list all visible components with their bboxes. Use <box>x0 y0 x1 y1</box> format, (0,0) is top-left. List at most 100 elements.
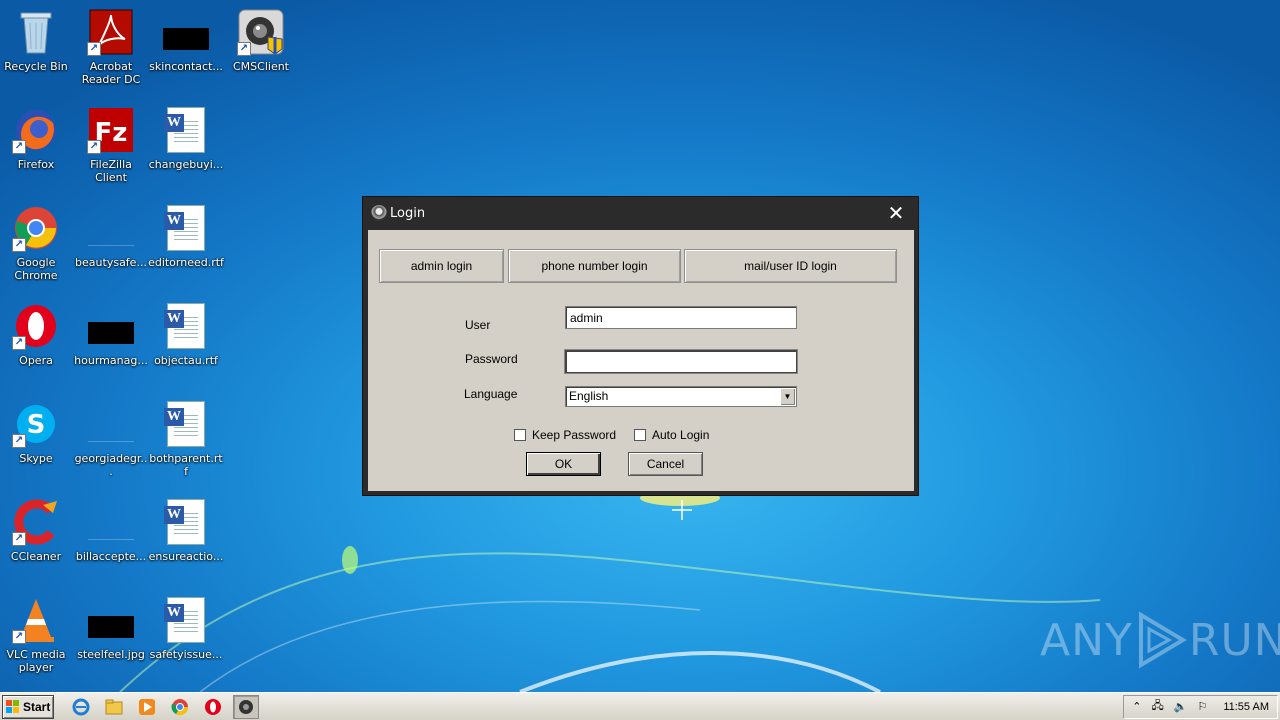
chrome-icon <box>171 698 189 715</box>
file-icon <box>87 498 135 546</box>
desktop-icon-ccleaner[interactable]: ↗ CCleaner <box>0 492 74 582</box>
taskbar-chrome[interactable] <box>167 695 193 719</box>
file-icon <box>87 204 135 252</box>
shortcut-arrow-icon: ↗ <box>12 532 26 546</box>
file-icon <box>87 400 135 448</box>
cmsclient-icon <box>239 699 253 714</box>
desktop-icon-cmsclient[interactable]: ↗ CMSClient <box>223 2 299 92</box>
desktop-icon-vlc[interactable]: ↗ VLC media player <box>0 590 74 680</box>
shortcut-arrow-icon: ↗ <box>12 140 26 154</box>
word-document-icon: W <box>162 400 210 448</box>
login-titlebar[interactable]: Login ✕ <box>363 197 918 229</box>
shortcut-arrow-icon: ↗ <box>12 238 26 252</box>
desktop-icon-recycle-bin[interactable]: Recycle Bin <box>0 2 74 92</box>
keep-password-checkbox-box[interactable] <box>514 429 526 441</box>
word-document-icon: W <box>162 596 210 644</box>
login-body: admin login phone number login mail/user… <box>368 230 914 491</box>
watermark-text-left: ANY <box>1040 614 1133 666</box>
action-center-flag-icon[interactable]: ⚐ <box>1197 700 1207 713</box>
desktop-icon-skincontact[interactable]: skincontact... <box>148 2 224 92</box>
desktop-icon-acrobat-reader[interactable]: ↗ Acrobat Reader DC <box>73 2 149 92</box>
keep-password-checkbox[interactable]: Keep Password <box>514 428 616 442</box>
taskbar-opera[interactable] <box>200 695 226 719</box>
word-document-icon: W <box>162 498 210 546</box>
auto-login-checkbox-box[interactable] <box>634 429 646 441</box>
image-thumbnail-icon <box>87 302 135 350</box>
cancel-button[interactable]: Cancel <box>628 452 703 476</box>
user-label: User <box>465 318 491 332</box>
skype-icon: S ↗ <box>12 400 60 448</box>
show-hidden-icons-icon[interactable]: ⌃ <box>1132 700 1141 713</box>
password-label: Password <box>465 352 518 366</box>
word-document-icon: W <box>162 204 210 252</box>
word-document-icon: W <box>162 302 210 350</box>
shortcut-arrow-icon: ↗ <box>87 140 101 154</box>
network-icon[interactable]: 🖧 <box>1151 697 1163 716</box>
tab-phone-number-login[interactable]: phone number login <box>508 249 681 283</box>
chevron-down-icon[interactable]: ▼ <box>780 388 795 405</box>
taskbar-internet-explorer[interactable] <box>68 695 94 719</box>
language-select[interactable]: English ▼ <box>565 386 797 407</box>
desktop: Recycle Bin ↗ Firefox ↗ Google Chrome ↗ … <box>0 0 1280 692</box>
taskbar-media-player[interactable] <box>134 695 160 719</box>
volume-icon[interactable]: 🔈 <box>1174 700 1188 713</box>
vlc-icon: ↗ <box>12 596 60 644</box>
language-label: Language <box>464 387 518 401</box>
watermark-text-right: RUN <box>1188 614 1280 666</box>
chrome-icon: ↗ <box>12 204 60 252</box>
desktop-icon-bothparent[interactable]: W bothparent.rtf <box>148 394 224 484</box>
cmsclient-icon: ↗ <box>237 8 285 56</box>
shortcut-arrow-icon: ↗ <box>87 42 101 56</box>
play-logo-icon <box>1138 611 1187 669</box>
desktop-icon-steelfeel[interactable]: steelfeel.jpg <box>73 590 149 680</box>
desktop-icon-safetyissue[interactable]: W safetyissue... <box>148 590 224 680</box>
folder-icon <box>105 699 123 714</box>
ccleaner-icon: ↗ <box>12 498 60 546</box>
opera-icon: ↗ <box>12 302 60 350</box>
tab-mail-user-id-login[interactable]: mail/user ID login <box>684 249 897 283</box>
ok-button[interactable]: OK <box>526 452 601 476</box>
shortcut-arrow-icon: ↗ <box>12 336 26 350</box>
taskbar: Start ⌃ 🖧 🔈 ⚐ 11:55 AM <box>0 692 1280 720</box>
tab-admin-login[interactable]: admin login <box>379 249 504 283</box>
taskbar-cmsclient[interactable] <box>233 694 259 719</box>
desktop-icon-billaccepte[interactable]: billaccepte... <box>73 492 149 582</box>
svg-text:S: S <box>27 410 46 440</box>
desktop-icon-changebuyi[interactable]: W changebuyi... <box>148 100 224 190</box>
windows-flag-icon <box>6 699 20 714</box>
desktop-icon-hourmanag[interactable]: hourmanag... <box>73 296 149 386</box>
acrobat-icon: ↗ <box>87 8 135 56</box>
login-title: Login <box>390 205 426 221</box>
close-button[interactable]: ✕ <box>874 197 918 229</box>
desktop-icon-georgiadegr[interactable]: georgiadegr... <box>73 394 149 484</box>
opera-icon <box>205 698 221 715</box>
shortcut-arrow-icon: ↗ <box>237 42 251 56</box>
desktop-icon-skype[interactable]: S ↗ Skype <box>0 394 74 484</box>
system-tray: ⌃ 🖧 🔈 ⚐ 11:55 AM <box>1123 694 1278 719</box>
desktop-icon-firefox[interactable]: ↗ Firefox <box>0 100 74 190</box>
auto-login-checkbox[interactable]: Auto Login <box>634 428 709 442</box>
recycle-bin-icon <box>12 8 60 56</box>
shortcut-arrow-icon: ↗ <box>12 630 26 644</box>
auto-login-label: Auto Login <box>652 428 710 442</box>
camera-app-icon <box>371 205 387 221</box>
start-button[interactable]: Start <box>2 694 54 719</box>
desktop-icon-objectau[interactable]: W objectau.rtf <box>148 296 224 386</box>
desktop-icon-ensureactio[interactable]: W ensureactio... <box>148 492 224 582</box>
keep-password-label: Keep Password <box>532 428 617 442</box>
firefox-icon: ↗ <box>12 106 60 154</box>
desktop-icon-editorneed[interactable]: W editorneed.rtf <box>148 198 224 288</box>
desktop-icon-filezilla[interactable]: Fz ↗ FileZilla Client <box>73 100 149 190</box>
user-input[interactable] <box>565 306 797 329</box>
shortcut-arrow-icon: ↗ <box>12 434 26 448</box>
clock[interactable]: 11:55 AM <box>1223 701 1269 713</box>
password-input[interactable] <box>565 350 797 373</box>
image-thumbnail-icon <box>87 596 135 644</box>
taskbar-file-explorer[interactable] <box>101 695 127 719</box>
image-thumbnail-icon <box>162 8 210 56</box>
desktop-icon-beautysafe[interactable]: beautysafe... <box>73 198 149 288</box>
filezilla-icon: Fz ↗ <box>87 106 135 154</box>
desktop-icon-opera[interactable]: ↗ Opera <box>0 296 74 386</box>
desktop-icon-google-chrome[interactable]: ↗ Google Chrome <box>0 198 74 288</box>
login-dialog: Login ✕ admin login phone number login m… <box>362 196 919 496</box>
